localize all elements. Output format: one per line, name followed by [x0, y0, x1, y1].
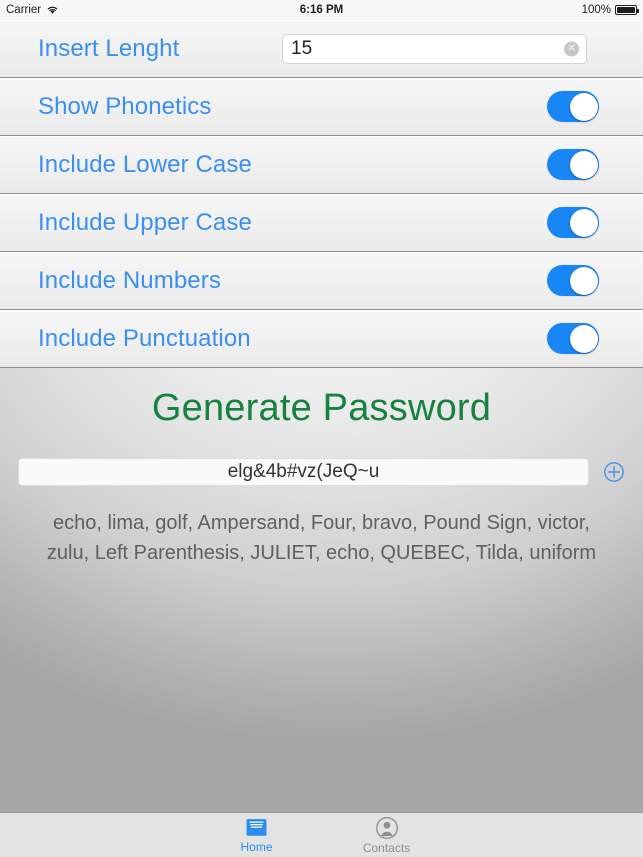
row-control-insert-length: 15 ✕	[282, 33, 629, 64]
clear-icon[interactable]: ✕	[564, 41, 579, 56]
status-bar-time: 6:16 PM	[299, 4, 344, 16]
row-label-include-punctuation: Include Punctuation	[38, 324, 251, 352]
settings-row-include-numbers: Include Numbers	[0, 252, 643, 310]
app-screen: Carrier 6:16 PM 100% Insert Lenght 15 ✕	[0, 0, 643, 857]
row-control-include-upper-case	[547, 207, 629, 238]
tab-contacts[interactable]: Contacts	[348, 816, 426, 855]
row-control-show-phonetics	[547, 91, 629, 122]
length-input-value: 15	[291, 37, 313, 59]
row-control-include-numbers	[547, 265, 629, 296]
row-control-include-lower-case	[547, 149, 629, 180]
row-label-include-upper-case: Include Upper Case	[38, 208, 252, 236]
toggle-knob	[569, 324, 598, 353]
settings-row-include-lower-case: Include Lower Case	[0, 136, 643, 194]
row-label-include-numbers: Include Numbers	[38, 266, 221, 294]
settings-row-include-upper-case: Include Upper Case	[0, 194, 643, 252]
length-input[interactable]: 15 ✕	[282, 33, 587, 64]
settings-row-show-phonetics: Show Phonetics	[0, 78, 643, 136]
toggle-knob	[569, 150, 598, 179]
toggle-knob	[569, 266, 598, 295]
tab-contacts-label: Contacts	[362, 840, 411, 855]
password-value: elg&4b#vz(JeQ~u	[227, 461, 380, 482]
toggle-show-phonetics[interactable]	[547, 91, 599, 122]
toggle-knob	[569, 92, 598, 121]
plus-circle-icon[interactable]	[603, 461, 625, 483]
tray-icon	[244, 816, 269, 839]
password-row: elg&4b#vz(JeQ~u	[0, 458, 643, 486]
row-label-include-lower-case: Include Lower Case	[38, 150, 252, 178]
toggle-include-numbers[interactable]	[547, 265, 599, 296]
tab-bar: Home Contacts	[0, 812, 643, 857]
settings-list: Insert Lenght 15 ✕ Show Phonetics Includ…	[0, 20, 643, 368]
generate-password-button[interactable]: Generate Password	[0, 387, 643, 430]
status-bar-right: 100%	[581, 4, 639, 16]
battery-percent-label: 100%	[581, 4, 611, 16]
toggle-include-upper-case[interactable]	[547, 207, 599, 238]
row-label-show-phonetics: Show Phonetics	[38, 92, 212, 120]
toggle-include-punctuation[interactable]	[547, 323, 599, 354]
main-content: Generate Password elg&4b#vz(JeQ~u echo, …	[0, 358, 643, 568]
tab-home-label: Home	[240, 840, 273, 854]
settings-row-insert-length: Insert Lenght 15 ✕	[0, 20, 643, 78]
toggle-knob	[569, 208, 598, 237]
status-bar: Carrier 6:16 PM 100%	[0, 0, 643, 20]
row-control-include-punctuation	[547, 323, 629, 354]
row-label-insert-length: Insert Lenght	[38, 34, 180, 62]
phonetics-text: echo, lima, golf, Ampersand, Four, bravo…	[46, 512, 597, 564]
person-circle-icon	[375, 816, 399, 840]
tab-home[interactable]: Home	[218, 816, 296, 854]
password-field[interactable]: elg&4b#vz(JeQ~u	[18, 458, 589, 486]
battery-icon	[615, 5, 639, 15]
toggle-include-lower-case[interactable]	[547, 149, 599, 180]
